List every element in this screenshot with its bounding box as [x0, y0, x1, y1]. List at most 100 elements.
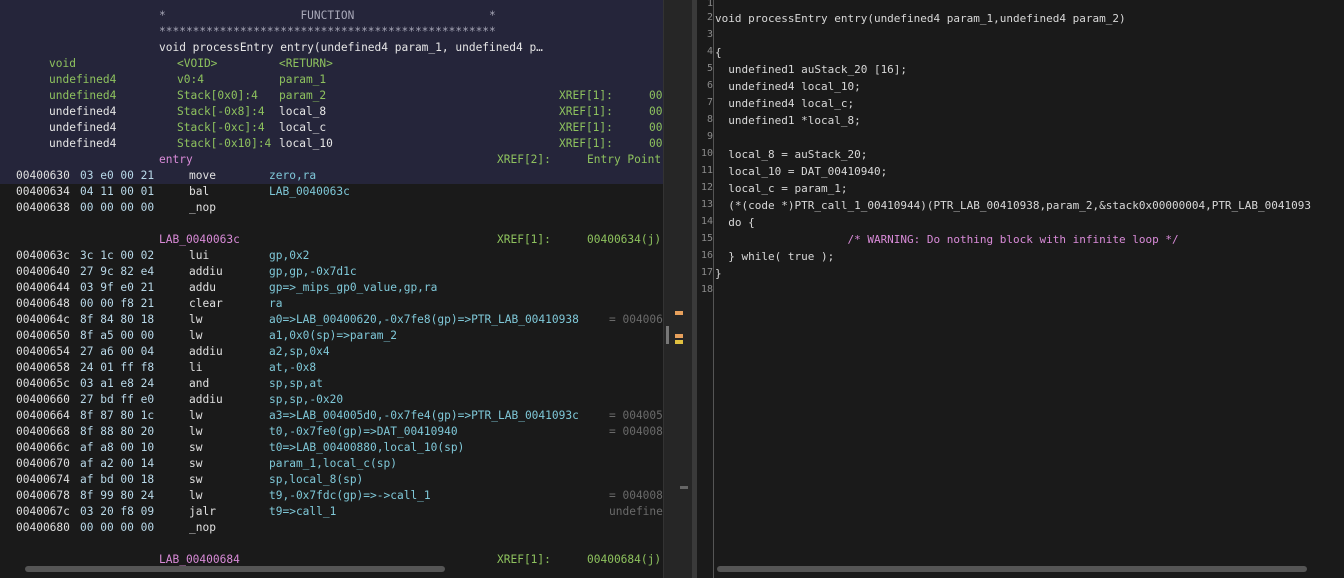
instruction-operands[interactable]: at,-0x8 — [269, 360, 316, 376]
instruction-row[interactable]: 00400640 27 9c 82 e4 addiu gp,gp,-0x7d1c — [0, 264, 663, 280]
instruction-operands[interactable]: a2,sp,0x4 — [269, 344, 330, 360]
param-xref-target[interactable]: 00 — [649, 104, 662, 120]
line-number-divider — [713, 0, 714, 578]
param-type: undefined4 — [49, 121, 117, 134]
instruction-row[interactable]: 00400670 af a2 00 14 sw param_1,local_c(sp) — [0, 456, 663, 472]
instruction-row[interactable]: 0040067c 03 20 f8 09 jalr t9=>call_1 undefin… — [0, 504, 663, 520]
instruction-row[interactable]: 0040066c af a8 00 10 sw t0=>LAB_00400880,lo… — [0, 440, 663, 456]
instruction-row[interactable]: 00400648 00 00 f8 21 clear ra — [0, 296, 663, 312]
decompiler-line[interactable]: do { — [715, 216, 755, 229]
instruction-bytes: 3c 1c 00 02 — [80, 249, 155, 262]
decompiler-line[interactable]: { — [715, 46, 722, 59]
line-number: 13 — [700, 199, 713, 210]
instruction-operands[interactable]: t0=>LAB_00400880,local_10(sp) — [269, 440, 464, 456]
param-name[interactable]: param_1 — [279, 72, 326, 88]
param-name[interactable]: local_c — [279, 120, 326, 136]
listing-overview-gutter[interactable] — [663, 0, 693, 578]
instruction-address: 0040064c — [16, 313, 70, 326]
instruction-row[interactable]: 00400654 27 a6 00 04 addiu a2,sp,0x4 — [0, 344, 663, 360]
instruction-operands[interactable]: gp,0x2 — [269, 248, 309, 264]
instruction-operands[interactable]: gp=>_mips_gp0_value,gp,ra — [269, 280, 437, 296]
decompiler-line[interactable]: void processEntry entry(undefined4 param… — [715, 12, 1126, 25]
param-xref-target[interactable]: 00 — [649, 136, 662, 152]
instruction-bytes: 03 a1 e8 24 — [80, 377, 155, 390]
entry-label[interactable]: entry — [159, 152, 193, 168]
instruction-row[interactable]: 0040063c 3c 1c 00 02 lui gp,0x2 — [0, 248, 663, 264]
instruction-bytes: 03 20 f8 09 — [80, 505, 155, 518]
param-type: undefined4 — [49, 137, 117, 150]
function-signature[interactable]: void processEntry entry(undefined4 param… — [159, 40, 543, 56]
instruction-operands[interactable]: t9,-0x7fdc(gp)=>->call_1 — [269, 488, 431, 504]
decompiler-line[interactable]: } — [715, 267, 722, 280]
instruction-row[interactable]: 00400680 00 00 00 00 _nop — [0, 520, 663, 536]
decompiler-line[interactable]: local_10 = DAT_00410940; — [715, 165, 887, 178]
decompiler-pane[interactable]: 1 2 void processEntry entry(undefined4 par… — [697, 0, 1344, 578]
decompiler-line[interactable]: undefined4 local_10; — [715, 80, 860, 93]
instruction-row[interactable]: 00400658 24 01 ff f8 li at,-0x8 — [0, 360, 663, 376]
param-name[interactable]: local_10 — [279, 136, 333, 152]
instruction-row[interactable]: 00400668 8f 88 80 20 lw t0,-0x7fe0(gp)=>DAT… — [0, 424, 663, 440]
instruction-row[interactable]: 00400650 8f a5 00 00 lw a1,0x0(sp)=>param_2 — [0, 328, 663, 344]
decompiler-line[interactable]: undefined4 local_c; — [715, 97, 854, 110]
instruction-operands[interactable]: sp,sp,-0x20 — [269, 392, 343, 408]
line-number: 15 — [700, 233, 713, 244]
instruction-address: 00400650 — [16, 329, 70, 342]
instruction-mnemonic: sw — [189, 473, 203, 486]
decompiler-line[interactable]: local_c = param_1; — [715, 182, 847, 195]
instruction-row[interactable]: 00400674 af bd 00 18 sw sp,local_8(sp) — [0, 472, 663, 488]
instruction-operands[interactable]: ra — [269, 296, 282, 312]
entry-xref-target[interactable]: Entry Point — [587, 152, 661, 168]
line-number: 8 — [706, 114, 713, 125]
overview-scroll-thumb[interactable] — [666, 326, 669, 344]
instruction-row[interactable]: 00400630 03 e0 00 21 move zero,ra — [0, 168, 663, 184]
param-xref-target[interactable]: 00 — [649, 120, 662, 136]
instruction-address: 00400654 — [16, 345, 70, 358]
instruction-mnemonic: _nop — [189, 521, 216, 534]
instruction-operands[interactable]: param_1,local_c(sp) — [269, 456, 397, 472]
instruction-row[interactable]: 00400644 03 9f e0 21 addu gp=>_mips_gp0_val… — [0, 280, 663, 296]
decompiler-line[interactable]: (*(code *)PTR_call_1_00410944)(PTR_LAB_0… — [715, 199, 1311, 212]
bookmark-marker[interactable] — [675, 311, 683, 315]
label-0040063c[interactable]: LAB_0040063c — [159, 232, 240, 248]
instruction-address: 00400658 — [16, 361, 70, 374]
instruction-mnemonic: lui — [189, 249, 210, 262]
instruction-row[interactable]: 00400678 8f 99 80 24 lw t9,-0x7fdc(gp)=>->c… — [0, 488, 663, 504]
decompiler-line[interactable]: /* WARNING: Do nothing block with infini… — [715, 233, 1178, 246]
decompiler-line[interactable]: } while( true ); — [715, 250, 834, 263]
instruction-row[interactable]: 0040064c 8f 84 80 18 lw a0=>LAB_00400620,-0… — [0, 312, 663, 328]
instruction-operands[interactable]: zero,ra — [269, 168, 316, 184]
instruction-operands[interactable]: t0,-0x7fe0(gp)=>DAT_00410940 — [269, 424, 458, 440]
instruction-operands[interactable]: a0=>LAB_00400620,-0x7fe8(gp)=>PTR_LAB_00… — [269, 312, 579, 328]
decompiler-line[interactable]: undefined1 auStack_20 [16]; — [715, 63, 907, 76]
instruction-mnemonic: sw — [189, 457, 203, 470]
param-storage: v0:4 — [177, 73, 204, 86]
label3-xref-target[interactable]: 00400684(j) — [587, 552, 661, 568]
instruction-row[interactable]: 00400660 27 bd ff e0 addiu sp,sp,-0x20 — [0, 392, 663, 408]
instruction-operands[interactable]: sp,local_8(sp) — [269, 472, 363, 488]
listing-horizontal-scrollbar[interactable] — [25, 566, 445, 572]
instruction-row[interactable]: 0040065c 03 a1 e8 24 and sp,sp,at — [0, 376, 663, 392]
instruction-address: 00400640 — [16, 265, 70, 278]
listing-pane[interactable]: * FUNCTION * ***************************… — [0, 0, 663, 578]
instruction-operands[interactable]: a1,0x0(sp)=>param_2 — [269, 328, 397, 344]
instruction-operands[interactable]: sp,sp,at — [269, 376, 323, 392]
instruction-operands[interactable]: gp,gp,-0x7d1c — [269, 264, 357, 280]
instruction-row[interactable]: 00400634 04 11 00 01 bal LAB_0040063c — [0, 184, 663, 200]
label2-xref-target[interactable]: 00400634(j) — [587, 232, 661, 248]
instruction-operands[interactable]: a3=>LAB_004005d0,-0x7fe4(gp)=>PTR_LAB_00… — [269, 408, 579, 424]
param-name[interactable]: local_8 — [279, 104, 326, 120]
decompiler-line[interactable]: local_8 = auStack_20; — [715, 148, 867, 161]
instruction-row[interactable]: 00400664 8f 87 80 1c lw a3=>LAB_004005d0,-0… — [0, 408, 663, 424]
decompiler-horizontal-scrollbar[interactable] — [717, 566, 1307, 572]
decompiler-line[interactable]: undefined1 *local_8; — [715, 114, 860, 127]
bookmark-marker[interactable] — [675, 340, 683, 344]
instruction-address: 00400680 — [16, 521, 70, 534]
instruction-operands[interactable]: t9=>call_1 — [269, 504, 336, 520]
instruction-row[interactable]: 00400638 00 00 00 00 _nop — [0, 200, 663, 216]
param-name[interactable]: param_2 — [279, 88, 326, 104]
param-xref-target[interactable]: 00 — [649, 88, 662, 104]
instruction-operands[interactable]: LAB_0040063c — [269, 184, 350, 200]
bookmark-marker[interactable] — [675, 334, 683, 338]
header-stars-line: ****************************************… — [159, 25, 496, 38]
param-name[interactable]: <RETURN> — [279, 56, 333, 72]
